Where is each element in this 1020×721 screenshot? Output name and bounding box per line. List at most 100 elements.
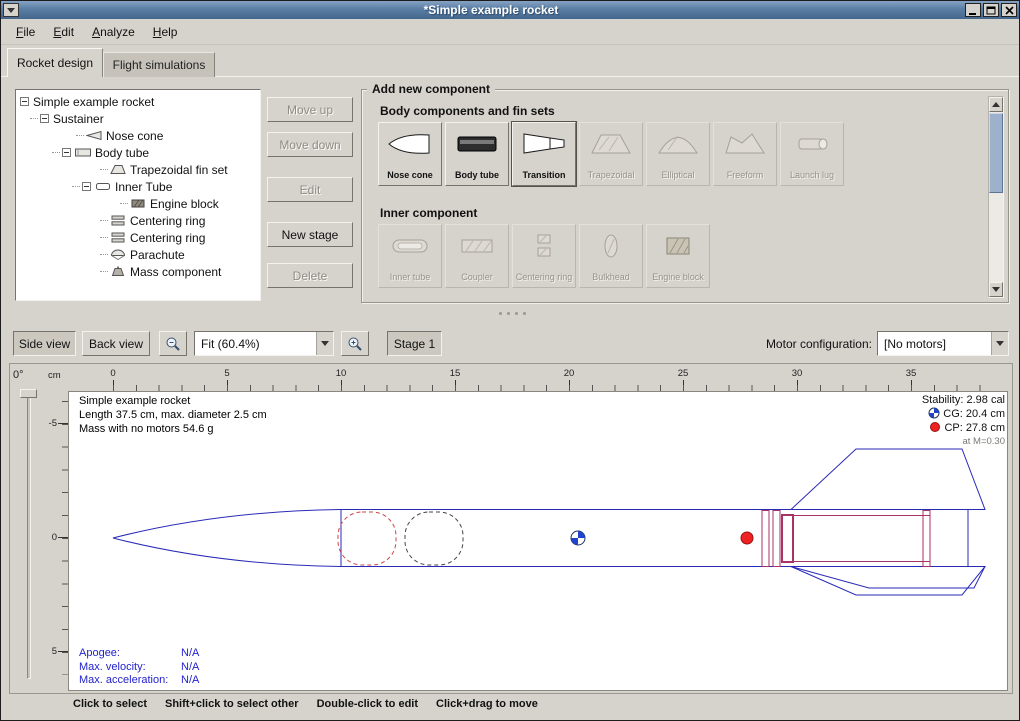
delete-button[interactable]: Delete [267,263,353,288]
cp-icon [929,421,941,433]
zoom-out-button[interactable] [159,331,187,356]
rocket-outline [113,449,985,595]
tree-item-inner-tube[interactable]: Inner Tube [16,178,260,195]
move-up-button[interactable]: Move up [267,97,353,122]
new-stage-button[interactable]: New stage [267,222,353,247]
add-freeform-fin-button[interactable]: Freeform [713,122,777,186]
rocket-name: Simple example rocket [79,394,267,408]
collapse-icon[interactable] [62,148,71,157]
tree-item-centering-ring-1[interactable]: Centering ring [16,212,260,229]
add-elliptical-fin-button[interactable]: Elliptical [646,122,710,186]
menu-file[interactable]: File [7,21,44,43]
cg-text: CG: 20.4 cm [943,408,1005,420]
tree-item-engine-block[interactable]: Engine block [16,195,260,212]
tree-item-rocket[interactable]: Simple example rocket [16,93,260,110]
motor-configuration-select[interactable]: [No motors] [877,331,1009,356]
add-body-tube-button[interactable]: Body tube [445,122,509,186]
inner-tube-shape-icon [386,232,434,260]
v-tick-label: -5 [35,418,57,429]
centering-ring-icon [110,215,126,226]
back-view-button[interactable]: Back view [82,331,150,356]
motor-configuration-label: Motor configuration: [746,337,872,351]
cp-text: CP: 27.8 cm [944,422,1005,434]
add-bulkhead-button[interactable]: Bulkhead [579,224,643,288]
add-nose-cone-button[interactable]: Nose cone [378,122,442,186]
parachute-shape [338,512,396,565]
close-button[interactable] [1001,3,1017,17]
max-velocity-value: N/A [181,661,199,673]
body-components-label: Body components and fin sets [380,104,555,118]
h-tick-label: 20 [554,368,584,379]
tree-item-mass-component[interactable]: Mass component [16,263,260,280]
collapse-icon[interactable] [40,114,49,123]
scroll-up-button[interactable] [989,97,1003,112]
tab-flight-simulations[interactable]: Flight simulations [103,52,215,77]
tree-item-body-tube[interactable]: Body tube [16,144,260,161]
flight-data: Apogee:N/A Max. velocity:N/A Max. accele… [79,647,199,688]
stability-text: Stability: 2.98 cal [701,393,1005,407]
add-trapezoidal-fin-button[interactable]: Trapezoidal [579,122,643,186]
window-menu-icon[interactable] [3,3,19,17]
inner-tube-icon [95,181,111,192]
rotation-slider-handle[interactable] [20,389,37,398]
freeform-fin-shape-icon [721,130,769,158]
rotation-slider-track[interactable] [27,393,31,679]
v-tick-label: 0 [35,532,57,543]
maximize-button[interactable] [983,3,999,17]
tree-item-nose-cone[interactable]: Nose cone [16,127,260,144]
add-launch-lug-button[interactable]: Launch lug [780,122,844,186]
add-engine-block-button[interactable]: Engine block [646,224,710,288]
combo-arrow-icon[interactable] [316,332,333,355]
combo-arrow-icon[interactable] [991,332,1008,355]
apogee-value: N/A [181,647,199,659]
collapse-icon[interactable] [20,97,29,106]
titlebar[interactable]: *Simple example rocket [1,1,1019,19]
scroll-up-icon [992,102,1000,107]
menu-analyze[interactable]: Analyze [83,21,144,43]
add-transition-button[interactable]: Transition [512,122,576,186]
minimize-button[interactable] [965,3,981,17]
mass-component-shape [405,512,463,565]
centering-ring-shape-icon [520,232,568,260]
scrollbar-thumb[interactable] [989,113,1003,193]
v-tick-label: 5 [35,646,57,657]
rocket-info: Simple example rocket Length 37.5 cm, ma… [79,394,267,436]
h-tick-label: 0 [98,368,128,379]
zoom-in-icon [347,336,363,352]
component-tree: Simple example rocket Sustainer Nose con… [15,89,261,301]
tree-item-fin-set[interactable]: Trapezoidal fin set [16,161,260,178]
max-acceleration-value: N/A [181,674,199,686]
menu-help[interactable]: Help [144,21,187,43]
add-inner-tube-button[interactable]: Inner tube [378,224,442,288]
engine-block-shape [782,515,793,562]
body-tube-icon [75,147,91,158]
collapse-icon[interactable] [82,182,91,191]
h-tick-label: 30 [782,368,812,379]
parachute-icon [110,249,126,260]
add-coupler-button[interactable]: Coupler [445,224,509,288]
tree-item-parachute[interactable]: Parachute [16,246,260,263]
upper-fin [791,449,985,510]
add-centering-ring-button[interactable]: Centering ring [512,224,576,288]
trapezoidal-fin-shape-icon [587,130,635,158]
centering-ring-shape [923,511,930,567]
side-view-button[interactable]: Side view [13,331,76,356]
scroll-down-button[interactable] [989,282,1003,297]
tree-item-centering-ring-2[interactable]: Centering ring [16,229,260,246]
scroll-down-icon [992,287,1000,292]
zoom-in-button[interactable] [341,331,369,356]
zoom-out-icon [165,336,181,352]
edit-button[interactable]: Edit [267,177,353,202]
tab-rocket-design[interactable]: Rocket design [7,48,103,77]
splitter-handle[interactable] [499,312,526,315]
lower-fin-projection [791,567,985,589]
component-panel-scrollbar[interactable] [988,96,1004,298]
move-down-button[interactable]: Move down [267,132,353,157]
menu-edit[interactable]: Edit [44,21,83,43]
tree-item-sustainer[interactable]: Sustainer [16,110,260,127]
centering-ring-icon [110,232,126,243]
stage-1-toggle[interactable]: Stage 1 [387,331,442,356]
add-component-panel: Body components and fin sets Nose cone B… [361,89,1009,303]
zoom-select[interactable]: Fit (60.4%) [194,331,334,356]
coupler-shape-icon [453,232,501,260]
